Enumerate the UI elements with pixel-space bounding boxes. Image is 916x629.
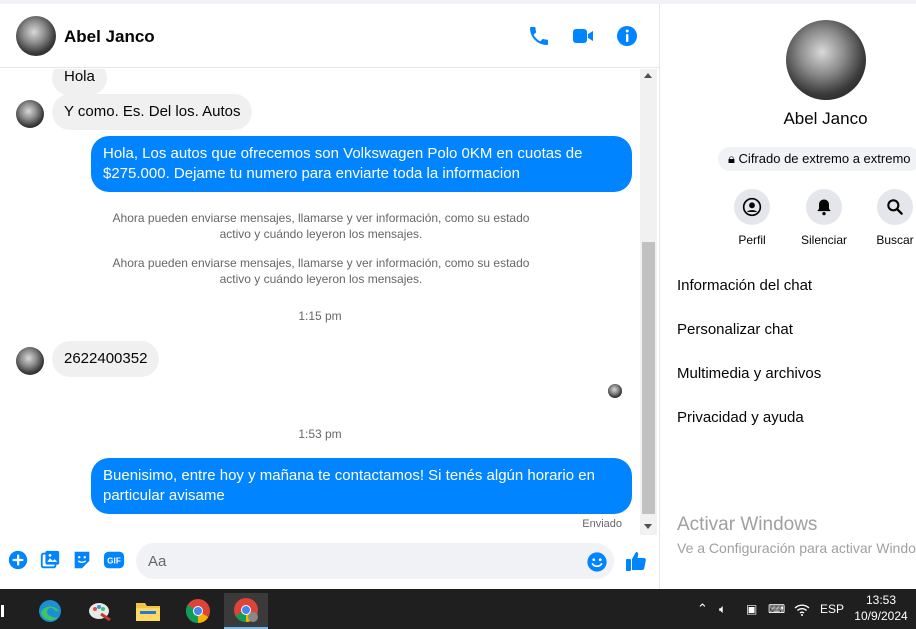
encryption-label: Cifrado de extremo a extremo [738, 151, 911, 166]
contact-name[interactable]: Abel Janco [64, 27, 155, 47]
search-action-label: Buscar [876, 233, 914, 247]
composer: GIF [0, 535, 659, 589]
scroll-down-arrow[interactable] [644, 524, 652, 529]
message-bubble[interactable]: 2622400352 [52, 341, 160, 377]
meet-now-icon[interactable]: ▣ [746, 589, 757, 629]
profile-avatar[interactable] [786, 20, 866, 100]
scroll-thumb[interactable] [642, 242, 655, 514]
search-icon[interactable] [877, 189, 913, 225]
message-input[interactable] [136, 543, 614, 579]
windows-activation-watermark: Activar Windows Ve a Configuración para … [677, 514, 916, 556]
read-receipt-avatar [608, 384, 622, 398]
scrollbar[interactable] [640, 69, 657, 535]
clock-time: 13:53 [865, 593, 897, 607]
chat-header: Abel Janco [0, 4, 659, 68]
profile-icon[interactable] [734, 189, 770, 225]
profile-name: Abel Janco [783, 109, 868, 128]
task-view-icon[interactable] [0, 593, 14, 629]
svg-text:GIF: GIF [107, 557, 121, 566]
chrome-icon[interactable] [176, 593, 220, 629]
timestamp: 1:53 pm [298, 427, 342, 441]
bell-icon[interactable] [806, 189, 842, 225]
chrome-profile-icon[interactable] [224, 593, 268, 629]
messenger-window: Abel Janco Hola Y como. Es. Del los. Aut… [0, 0, 916, 629]
encryption-badge[interactable]: 🔒︎ Cifrado de extremo a extremo [718, 147, 916, 171]
mute-action-label: Silenciar [800, 233, 848, 247]
message-list[interactable]: Hola Y como. Es. Del los. Autos Hola, Lo… [0, 69, 640, 535]
taskbar: ⌃ 🔈︎ ▣ ⌨ ESP 13:53 10/9/2024 [0, 589, 916, 629]
profile-action-label: Perfil [738, 233, 766, 247]
plus-icon[interactable] [7, 549, 29, 571]
watermark-title: Activar Windows [677, 514, 818, 535]
menu-customize-chat[interactable]: Personalizar chat [677, 321, 793, 338]
message-bubble-sent[interactable]: Buenisimo, entre hoy y mañana te contact… [91, 458, 632, 514]
chat-info-panel: Abel Janco 🔒︎ Cifrado de extremo a extre… [659, 4, 916, 589]
emoji-icon[interactable] [586, 551, 608, 573]
gif-icon[interactable]: GIF [103, 549, 125, 571]
mute-action[interactable]: Silenciar [789, 189, 859, 247]
menu-privacy-help[interactable]: Privacidad y ayuda [677, 409, 804, 426]
watermark-subtitle: Ve a Configuración para activar Windows. [677, 540, 916, 556]
chevron-up-icon[interactable]: ⌃ [697, 589, 708, 629]
clock[interactable]: 13:53 10/9/2024 [849, 592, 913, 624]
language-indicator[interactable]: ESP [820, 589, 844, 629]
delivery-status: Enviado [582, 518, 622, 530]
timestamp: 1:15 pm [298, 309, 342, 323]
thumbs-up-icon[interactable] [624, 549, 648, 573]
profile-action[interactable]: Perfil [717, 189, 787, 247]
avatar[interactable] [16, 16, 56, 56]
menu-chat-info[interactable]: Información del chat [677, 277, 812, 294]
edge-icon[interactable] [28, 593, 72, 629]
message-bubble[interactable]: Hola [52, 69, 107, 95]
paint-icon[interactable] [78, 593, 122, 629]
search-action[interactable]: Buscar [860, 189, 916, 247]
message-bubble-sent[interactable]: Hola, Los autos que ofrecemos son Volksw… [91, 136, 632, 192]
volume-muted-icon[interactable]: 🔈︎ [719, 589, 726, 629]
menu-media-files[interactable]: Multimedia y archivos [677, 365, 821, 382]
info-icon[interactable] [615, 24, 639, 48]
chat-pane: Abel Janco Hola Y como. Es. Del los. Aut… [0, 4, 659, 589]
avatar [16, 100, 44, 128]
system-message: Ahora pueden enviarse mensajes, llamarse… [112, 211, 530, 241]
lock-icon: 🔒︎ [728, 151, 735, 166]
message-bubble[interactable]: Y como. Es. Del los. Autos [52, 94, 253, 130]
keyboard-icon[interactable]: ⌨ [768, 589, 785, 629]
system-message: Ahora pueden enviarse mensajes, llamarse… [112, 256, 530, 286]
phone-icon[interactable] [527, 24, 551, 48]
avatar [16, 347, 44, 375]
clock-date: 10/9/2024 [854, 609, 908, 623]
file-explorer-icon[interactable] [126, 593, 170, 629]
wifi-icon[interactable] [794, 589, 810, 629]
video-call-icon[interactable] [571, 24, 595, 48]
sticker-icon[interactable] [71, 549, 93, 571]
photo-icon[interactable] [39, 549, 61, 571]
scroll-up-arrow[interactable] [644, 73, 652, 78]
